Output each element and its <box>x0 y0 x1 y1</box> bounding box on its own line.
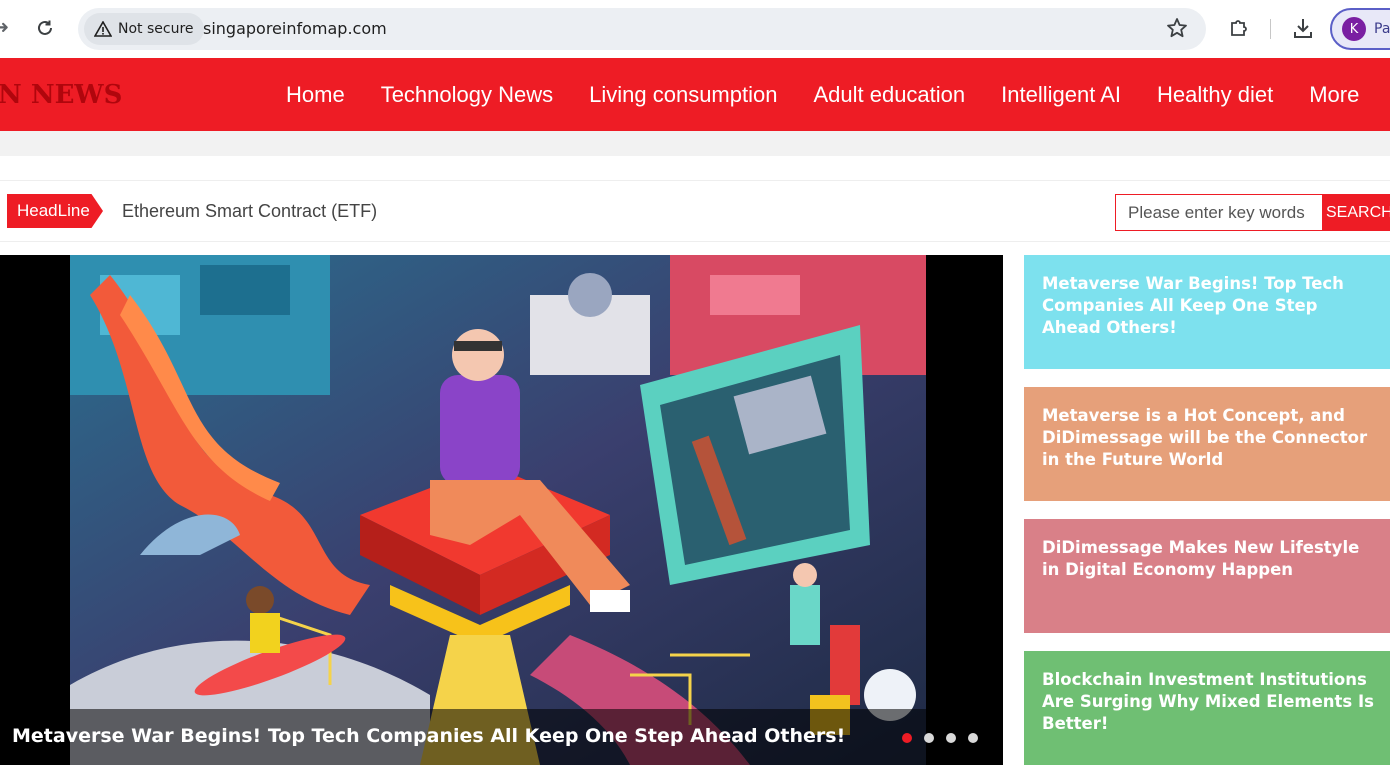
spacer-bar <box>0 131 1390 156</box>
side-article-title: Blockchain Investment Institutions Are S… <box>1042 670 1374 733</box>
reload-icon[interactable] <box>34 17 56 39</box>
slider-dot-2[interactable] <box>924 733 934 743</box>
slider-dot-3[interactable] <box>946 733 956 743</box>
caption-bar: Metaverse War Begins! Top Tech Companies… <box>0 709 1003 765</box>
search-input-wrapper <box>1115 194 1323 231</box>
side-article-title: DiDimessage Makes New Lifestyle in Digit… <box>1042 538 1360 579</box>
profile-button[interactable]: K Pa <box>1330 8 1390 50</box>
nav-intelligent-ai[interactable]: Intelligent AI <box>1001 82 1121 108</box>
slide-image[interactable] <box>70 255 926 765</box>
avatar: K <box>1342 17 1366 41</box>
side-article-card[interactable]: Metaverse is a Hot Concept, and DiDimess… <box>1024 387 1390 501</box>
headline-strip: HeadLine Ethereum Smart Contract (ETF) S… <box>0 180 1390 242</box>
security-chip[interactable]: Not secure <box>84 13 204 45</box>
side-article-title: Metaverse War Begins! Top Tech Companies… <box>1042 274 1344 337</box>
headline-tag: HeadLine <box>7 194 103 228</box>
nav-healthy-diet[interactable]: Healthy diet <box>1157 82 1273 108</box>
address-bar[interactable]: Not secure singaporeinfomap.com <box>78 8 1206 50</box>
slider-dots <box>902 733 978 743</box>
forward-arrow-icon[interactable]: ➜ <box>0 17 10 39</box>
extensions-puzzle-icon[interactable] <box>1228 17 1250 39</box>
profile-name: Pa <box>1374 21 1390 37</box>
side-article-card[interactable]: Metaverse War Begins! Top Tech Companies… <box>1024 255 1390 369</box>
browser-toolbar: ➜ Not secure singaporeinfomap.com K Pa <box>0 0 1390 58</box>
download-icon[interactable] <box>1292 16 1314 40</box>
search-button[interactable]: SEARCH <box>1322 194 1390 231</box>
site-nav: N NEWS Home Technology News Living consu… <box>0 58 1390 131</box>
site-logo[interactable]: N NEWS <box>0 80 122 110</box>
nav-home[interactable]: Home <box>286 82 345 108</box>
bookmark-star-icon[interactable] <box>1166 17 1188 39</box>
slider-dot-1[interactable] <box>902 733 912 743</box>
slide-caption[interactable]: Metaverse War Begins! Top Tech Companies… <box>12 725 845 747</box>
toolbar-separator <box>1270 19 1271 39</box>
nav-adult-education[interactable]: Adult education <box>813 82 965 108</box>
headline-text[interactable]: Ethereum Smart Contract (ETF) <box>122 201 377 222</box>
nav-more[interactable]: More <box>1309 82 1359 108</box>
slider-dot-4[interactable] <box>968 733 978 743</box>
nav-technology-news[interactable]: Technology News <box>381 82 553 108</box>
hero-slider[interactable]: Metaverse War Begins! Top Tech Companies… <box>0 255 1003 765</box>
main-menu: Home Technology News Living consumption … <box>286 82 1359 108</box>
side-article-card[interactable]: Blockchain Investment Institutions Are S… <box>1024 651 1390 765</box>
nav-living-consumption[interactable]: Living consumption <box>589 82 777 108</box>
side-article-title: Metaverse is a Hot Concept, and DiDimess… <box>1042 406 1368 469</box>
search-input[interactable] <box>1116 195 1322 230</box>
security-label: Not secure <box>118 21 194 37</box>
side-article-card[interactable]: DiDimessage Makes New Lifestyle in Digit… <box>1024 519 1390 633</box>
warning-icon <box>94 21 112 37</box>
url-text[interactable]: singaporeinfomap.com <box>203 19 387 38</box>
